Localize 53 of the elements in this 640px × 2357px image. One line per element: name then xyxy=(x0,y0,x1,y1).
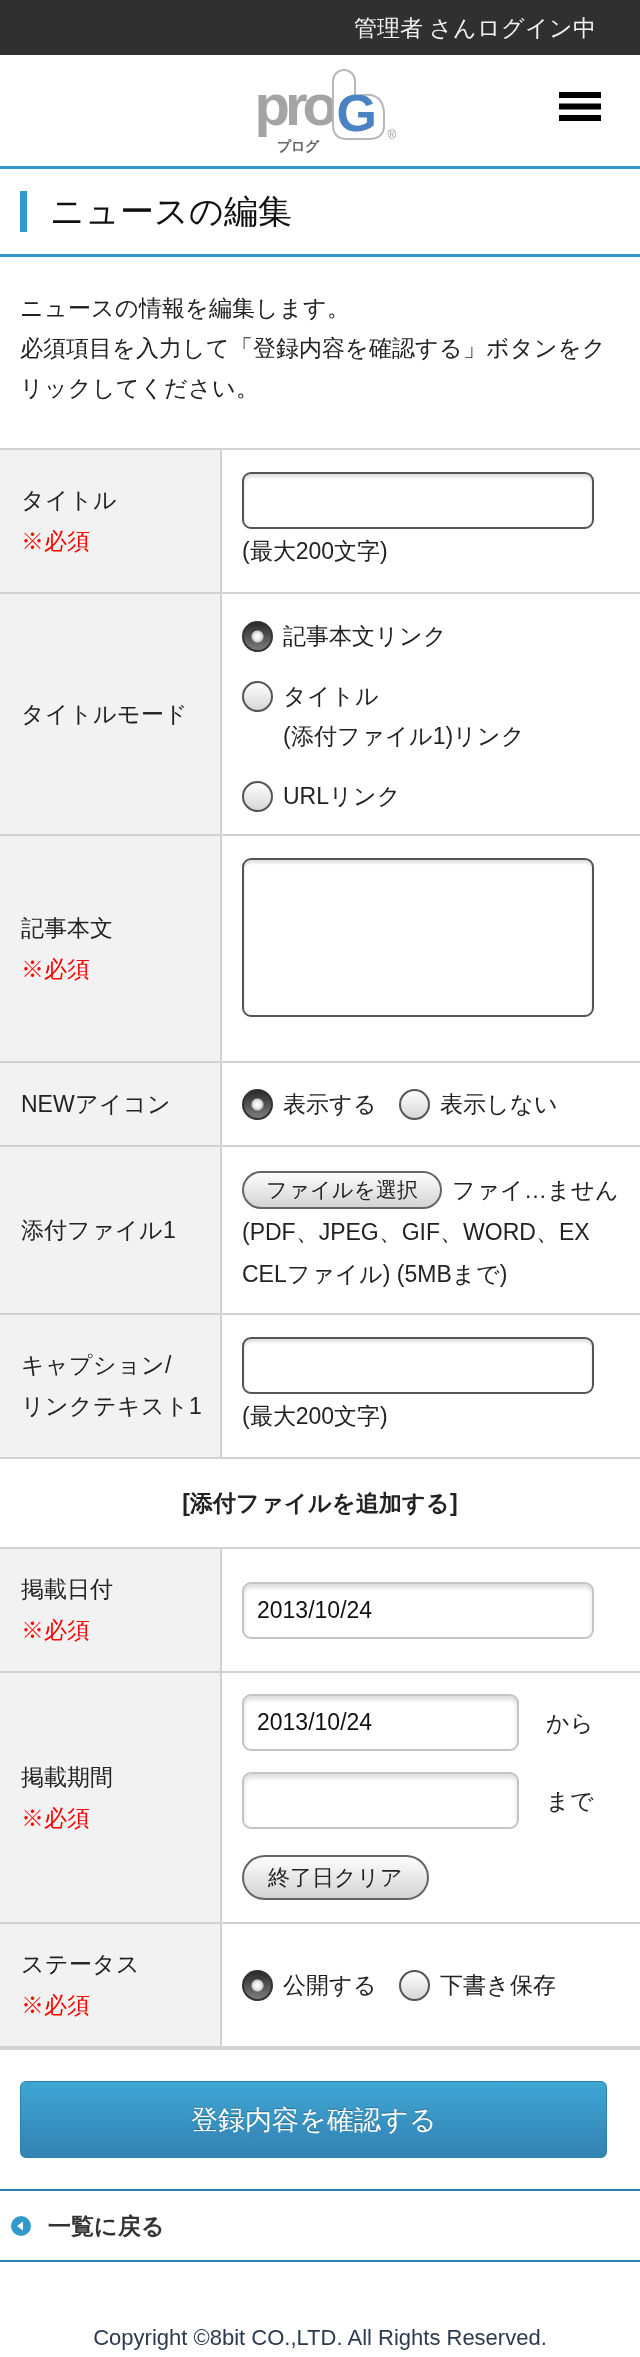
radio-button[interactable] xyxy=(242,1969,273,2001)
radio-button[interactable] xyxy=(242,680,273,712)
page-title: ニュースの編集 xyxy=(20,191,292,232)
field-note: (PDF、JPEG、GIF、WORD、EXCELファイル) (5MBまで) xyxy=(242,1218,591,1289)
date-input[interactable] xyxy=(242,1772,519,1829)
option-label: 公開する xyxy=(283,1971,377,2000)
range-suffix: まで xyxy=(546,1786,594,1816)
logo-wordmark: pro xyxy=(254,72,333,137)
menu-icon[interactable] xyxy=(559,92,601,121)
required-note: ※必須 xyxy=(21,527,90,556)
radio-button[interactable] xyxy=(242,1088,273,1120)
option-label: 表示する xyxy=(283,1090,377,1119)
field-label: 添付ファイル1 xyxy=(21,1215,176,1245)
option-label: 表示しない xyxy=(440,1090,558,1119)
radio-button[interactable] xyxy=(242,620,273,652)
radio-button[interactable] xyxy=(399,1969,430,2001)
option-label: URLリンク xyxy=(283,782,401,811)
copyright-text: Copyright ©8bit CO.,LTD. All Rights Reserved. xyxy=(93,2325,547,2350)
date-input[interactable]: 2013/10/24 xyxy=(242,1581,594,1639)
text-input[interactable] xyxy=(242,472,594,529)
date-input[interactable]: 2013/10/24 xyxy=(242,1694,519,1751)
field-label: 記事本文 xyxy=(21,913,113,943)
add-attachment-link[interactable]: [添付ファイルを追加する] xyxy=(182,1483,458,1523)
field-note: (最大200文字) xyxy=(242,537,388,566)
option-label: タイトル (添付ファイル1)リンク xyxy=(283,682,526,751)
field-label: タイトルモード xyxy=(21,699,188,729)
required-note: ※必須 xyxy=(21,1616,90,1645)
option-label: 下書き保存 xyxy=(440,1971,556,2000)
required-note: ※必須 xyxy=(21,1991,90,2020)
field-label: NEWアイコン xyxy=(21,1089,171,1119)
option-label: 記事本文リンク xyxy=(283,622,447,651)
back-to-list-link[interactable]: 一覧に戻る xyxy=(48,2205,165,2246)
text-input[interactable] xyxy=(242,1337,594,1394)
clear-end-date-button[interactable]: 終了日クリア xyxy=(242,1855,429,1900)
intro-text: 必須項目を入力して「登録内容を確認する」ボタンをクリックしてください。 xyxy=(20,334,607,403)
body-textarea[interactable] xyxy=(242,858,594,1017)
field-label: キャプション/ リンクテキスト1 xyxy=(21,1351,202,1421)
required-note: ※必須 xyxy=(21,954,90,984)
field-note: (最大200文字) xyxy=(242,1402,388,1431)
field-label: タイトル xyxy=(21,486,117,515)
choose-file-button[interactable]: ファイルを選択 xyxy=(242,1171,442,1209)
radio-button[interactable] xyxy=(242,780,273,812)
required-note: ※必須 xyxy=(21,1803,90,1833)
field-label: ステータス xyxy=(21,1950,140,1979)
registered-mark: ® xyxy=(387,128,397,142)
login-status: 管理者 さんログイン中 xyxy=(353,13,596,43)
field-label: 掲載期間 xyxy=(21,1762,113,1792)
range-suffix: から xyxy=(546,1708,594,1738)
field-label: 掲載日付 xyxy=(21,1575,113,1604)
radio-button[interactable] xyxy=(399,1088,430,1120)
intro-text: ニュースの情報を編集します。 xyxy=(20,294,351,323)
logo-reading: プログ xyxy=(276,138,319,154)
file-status: ファイ…ません xyxy=(452,1176,619,1205)
